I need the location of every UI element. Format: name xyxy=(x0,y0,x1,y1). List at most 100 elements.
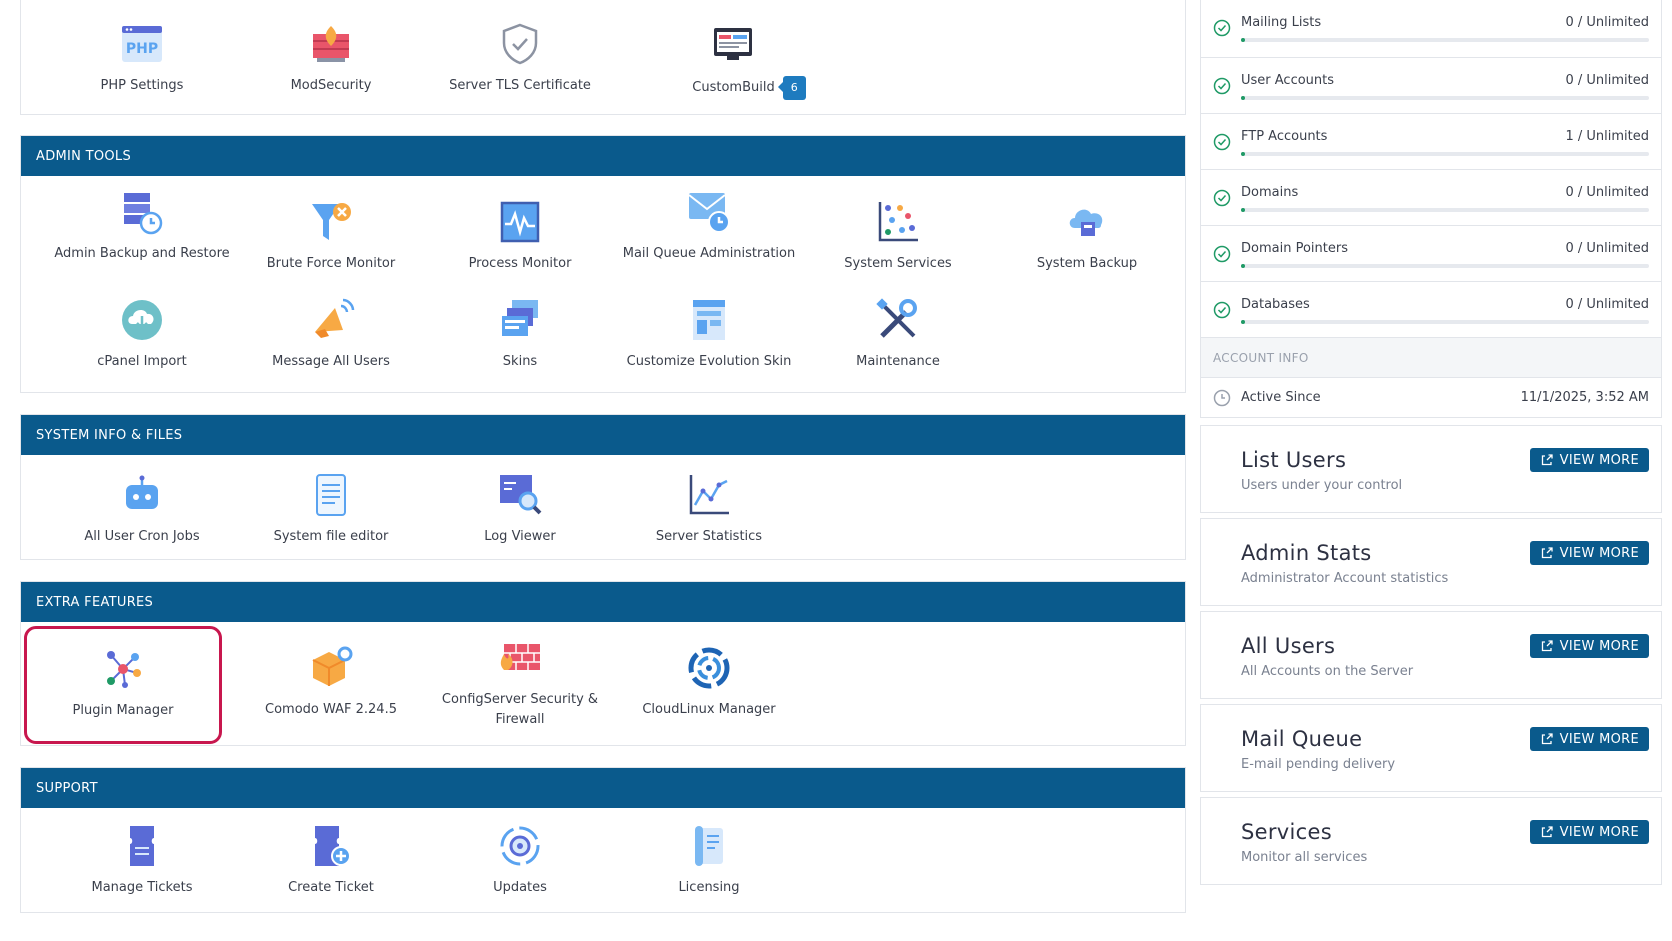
tile-label: Create Ticket xyxy=(288,880,374,895)
usage-progress xyxy=(1241,208,1649,212)
tile-label: Comodo WAF 2.24.5 xyxy=(265,702,397,717)
check-circle-icon xyxy=(1213,245,1231,263)
view-more-button[interactable]: VIEW MORE xyxy=(1529,820,1649,844)
external-link-icon xyxy=(1541,733,1553,745)
tile-skins[interactable]: Skins xyxy=(424,296,616,372)
skins-icon xyxy=(502,300,538,336)
tile-process-monitor[interactable]: Process Monitor xyxy=(424,198,616,274)
mail-clock-icon xyxy=(688,193,730,233)
usage-row-databases: Databases 0 / Unlimited xyxy=(1201,281,1661,337)
card-title: List Users xyxy=(1241,448,1347,472)
tile-label: Plugin Manager xyxy=(72,703,174,718)
tile-message-all-users[interactable]: Message All Users xyxy=(235,296,427,372)
tile-label: Brute Force Monitor xyxy=(266,256,396,271)
tile-customize-evolution-skin[interactable]: Customize Evolution Skin xyxy=(613,296,805,372)
tile-custombuild[interactable]: CustomBuild 6 xyxy=(613,20,853,100)
extra-features-panel: EXTRA FEATURES Plugin Manager Comodo WAF… xyxy=(20,581,1186,746)
tile-cloudlinux-manager[interactable]: CloudLinux Manager xyxy=(613,644,805,720)
megaphone-icon xyxy=(315,298,355,338)
card-mail-queue: Mail Queue E-mail pending delivery VIEW … xyxy=(1200,704,1662,792)
tile-label: Licensing xyxy=(678,880,740,895)
clock-icon xyxy=(1213,389,1231,407)
tile-log-viewer[interactable]: Log Viewer xyxy=(424,471,616,547)
usage-value: 0 / Unlimited xyxy=(1565,297,1649,312)
tile-label: Customize Evolution Skin xyxy=(626,354,792,369)
tile-server-statistics[interactable]: Server Statistics xyxy=(613,471,805,547)
admin-tools-panel: ADMIN TOOLS Admin Backup and Restore Bru… xyxy=(20,135,1186,393)
cloud-download-icon xyxy=(122,300,162,340)
tile-label: PHP Settings xyxy=(100,78,184,93)
check-circle-icon xyxy=(1213,189,1231,207)
backup-server-icon xyxy=(124,193,163,235)
view-more-button[interactable]: VIEW MORE xyxy=(1529,634,1649,658)
php-icon: PHP xyxy=(122,26,162,62)
check-circle-icon xyxy=(1213,19,1231,37)
tile-label: Log Viewer xyxy=(484,529,556,544)
usage-row-mailing-lists: Mailing Lists 0 / Unlimited xyxy=(1201,0,1661,57)
tile-system-file-editor[interactable]: System file editor xyxy=(235,471,427,547)
external-link-icon xyxy=(1541,826,1553,838)
tile-create-ticket[interactable]: Create Ticket xyxy=(235,822,427,898)
usage-name: Mailing Lists xyxy=(1241,15,1322,30)
tile-mail-queue-administration[interactable]: Mail Queue Administration xyxy=(613,188,805,264)
usage-name: Domain Pointers xyxy=(1241,241,1348,256)
usage-row-domains: Domains 0 / Unlimited xyxy=(1201,169,1661,225)
tile-configserver-firewall[interactable]: ConfigServer Security & Firewall xyxy=(424,634,616,730)
shield-check-icon xyxy=(502,23,538,65)
tile-all-user-cron-jobs[interactable]: All User Cron Jobs xyxy=(46,471,238,547)
process-monitor-icon xyxy=(500,201,540,243)
top-tools-panel: PHP PHP Settings ModSecurity Server TLS … xyxy=(20,0,1186,115)
tile-comodo-waf[interactable]: Comodo WAF 2.24.5 xyxy=(235,644,427,720)
tile-label: System Backup xyxy=(1036,256,1138,271)
panel-title: SYSTEM INFO & FILES xyxy=(21,415,1185,455)
tile-label: ModSecurity xyxy=(290,78,372,93)
active-since-row: Active Since 11/1/2025, 3:52 AM xyxy=(1201,377,1661,417)
external-link-icon xyxy=(1541,640,1553,652)
tile-server-tls-certificate[interactable]: Server TLS Certificate xyxy=(424,20,616,96)
view-more-button[interactable]: VIEW MORE xyxy=(1529,541,1649,565)
tile-label: Manage Tickets xyxy=(91,880,193,895)
view-more-label: VIEW MORE xyxy=(1559,545,1639,561)
custombuild-icon xyxy=(714,28,752,60)
tile-maintenance[interactable]: Maintenance xyxy=(802,296,994,372)
tile-label: All User Cron Jobs xyxy=(84,529,200,544)
tile-plugin-manager[interactable]: Plugin Manager xyxy=(24,626,222,744)
svg-text:PHP: PHP xyxy=(126,41,158,57)
view-more-label: VIEW MORE xyxy=(1559,638,1639,654)
tile-label: Skins xyxy=(502,354,538,369)
usage-value: 0 / Unlimited xyxy=(1565,73,1649,88)
check-circle-icon xyxy=(1213,133,1231,151)
external-link-icon xyxy=(1541,547,1553,559)
tile-modsecurity[interactable]: ModSecurity xyxy=(235,20,427,96)
tile-admin-backup-restore[interactable]: Admin Backup and Restore xyxy=(46,188,238,264)
system-info-panel: SYSTEM INFO & FILES All User Cron Jobs S… xyxy=(20,414,1186,560)
usage-progress xyxy=(1241,38,1649,42)
usage-progress xyxy=(1241,320,1649,324)
line-chart-icon xyxy=(689,475,729,515)
modsecurity-icon xyxy=(313,26,349,62)
layout-icon xyxy=(693,300,725,340)
tile-label: Message All Users xyxy=(272,354,390,369)
tile-updates[interactable]: Updates xyxy=(424,822,616,898)
log-search-icon xyxy=(500,475,542,515)
package-gear-icon xyxy=(312,646,353,686)
tile-cpanel-import[interactable]: cPanel Import xyxy=(46,296,238,372)
view-more-button[interactable]: VIEW MORE xyxy=(1529,448,1649,472)
tile-manage-tickets[interactable]: Manage Tickets xyxy=(46,822,238,898)
view-more-button[interactable]: VIEW MORE xyxy=(1529,727,1649,751)
card-title: Services xyxy=(1241,820,1332,844)
file-text-icon xyxy=(316,474,346,516)
card-services: Services Monitor all services VIEW MORE xyxy=(1200,797,1662,885)
tile-system-services[interactable]: System Services xyxy=(802,198,994,274)
usage-value: 1 / Unlimited xyxy=(1565,129,1649,144)
tile-label: CustomBuild 6 xyxy=(692,76,806,100)
cloudlinux-icon xyxy=(688,647,730,689)
tile-brute-force-monitor[interactable]: Brute Force Monitor xyxy=(235,198,427,274)
tile-system-backup[interactable]: System Backup xyxy=(991,198,1183,274)
tile-licensing[interactable]: Licensing xyxy=(613,822,805,898)
card-subtitle: E-mail pending delivery xyxy=(1241,757,1396,772)
tile-php-settings[interactable]: PHP PHP Settings xyxy=(46,20,238,96)
check-circle-icon xyxy=(1213,77,1231,95)
active-since-value: 11/1/2025, 3:52 AM xyxy=(1520,390,1649,405)
usage-name: User Accounts xyxy=(1241,73,1335,88)
